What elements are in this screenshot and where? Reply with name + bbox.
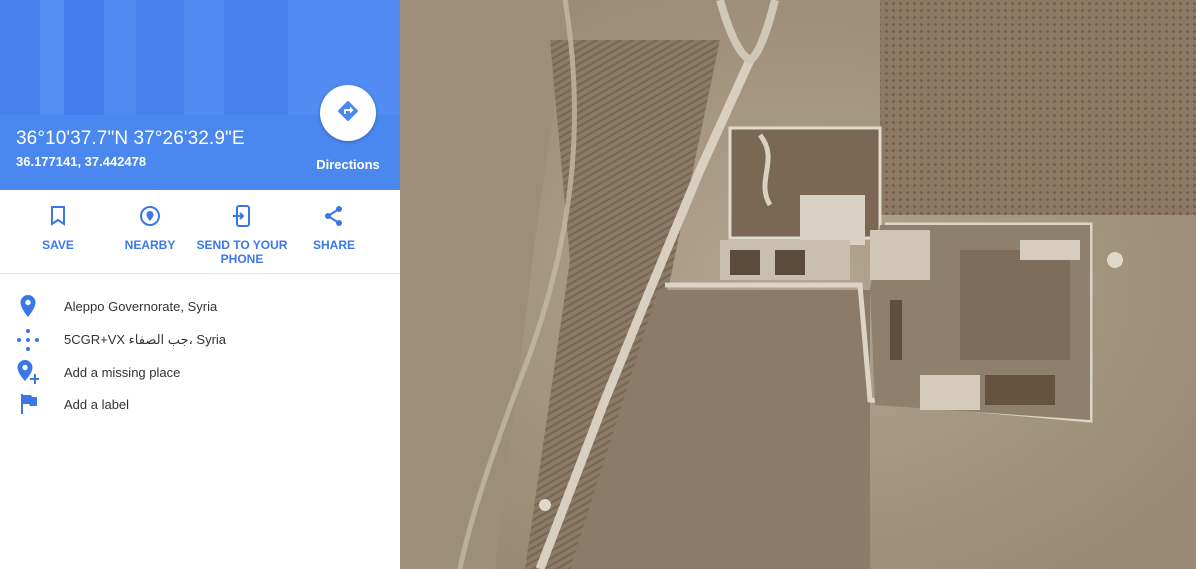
action-bar: SAVE NEARBY SEND TO YOUR PHONE SHARE	[0, 190, 400, 274]
nearby-icon	[104, 204, 196, 228]
share-button[interactable]: SHARE	[288, 204, 380, 252]
add-place-icon	[16, 360, 40, 384]
location-pin-icon	[16, 294, 40, 318]
add-label-text[interactable]: Add a label	[64, 397, 129, 412]
save-label: SAVE	[42, 238, 74, 252]
plus-code-icon	[16, 328, 40, 352]
address-text: Aleppo Governorate, Syria	[64, 298, 218, 314]
plus-code-row[interactable]: 5CGR+VX جب الصفاء، Syria	[0, 324, 400, 356]
address-row: Aleppo Governorate, Syria	[0, 290, 400, 322]
add-label-row[interactable]: Add a label	[0, 388, 400, 420]
directions-icon	[336, 99, 360, 128]
satellite-imagery	[400, 0, 1196, 569]
directions-label[interactable]: Directions	[300, 157, 396, 172]
directions-button[interactable]	[320, 85, 376, 141]
send-to-phone-label: SEND TO YOUR PHONE	[196, 238, 288, 266]
share-icon	[288, 204, 380, 228]
nearby-button[interactable]: NEARBY	[104, 204, 196, 252]
add-missing-place-row[interactable]: Add a missing place	[0, 356, 400, 388]
place-panel: 36°10'37.7"N 37°26'32.9"E 36.177141, 37.…	[0, 0, 400, 569]
bookmark-icon	[12, 204, 104, 228]
place-header: 36°10'37.7"N 37°26'32.9"E 36.177141, 37.…	[0, 0, 400, 190]
nearby-label: NEARBY	[124, 238, 176, 252]
plus-code-text[interactable]: 5CGR+VX جب الصفاء، Syria	[64, 332, 226, 348]
save-button[interactable]: SAVE	[12, 204, 104, 252]
satellite-map[interactable]	[400, 0, 1196, 569]
coordinates-decimal: 36.177141, 37.442478	[16, 154, 147, 169]
coordinates-dms: 36°10'37.7"N 37°26'32.9"E	[16, 128, 245, 149]
send-to-phone-button[interactable]: SEND TO YOUR PHONE	[196, 204, 288, 266]
send-to-phone-icon	[196, 204, 288, 228]
share-label: SHARE	[312, 238, 355, 252]
add-missing-place-text[interactable]: Add a missing place	[64, 365, 180, 380]
flag-icon	[16, 392, 40, 416]
